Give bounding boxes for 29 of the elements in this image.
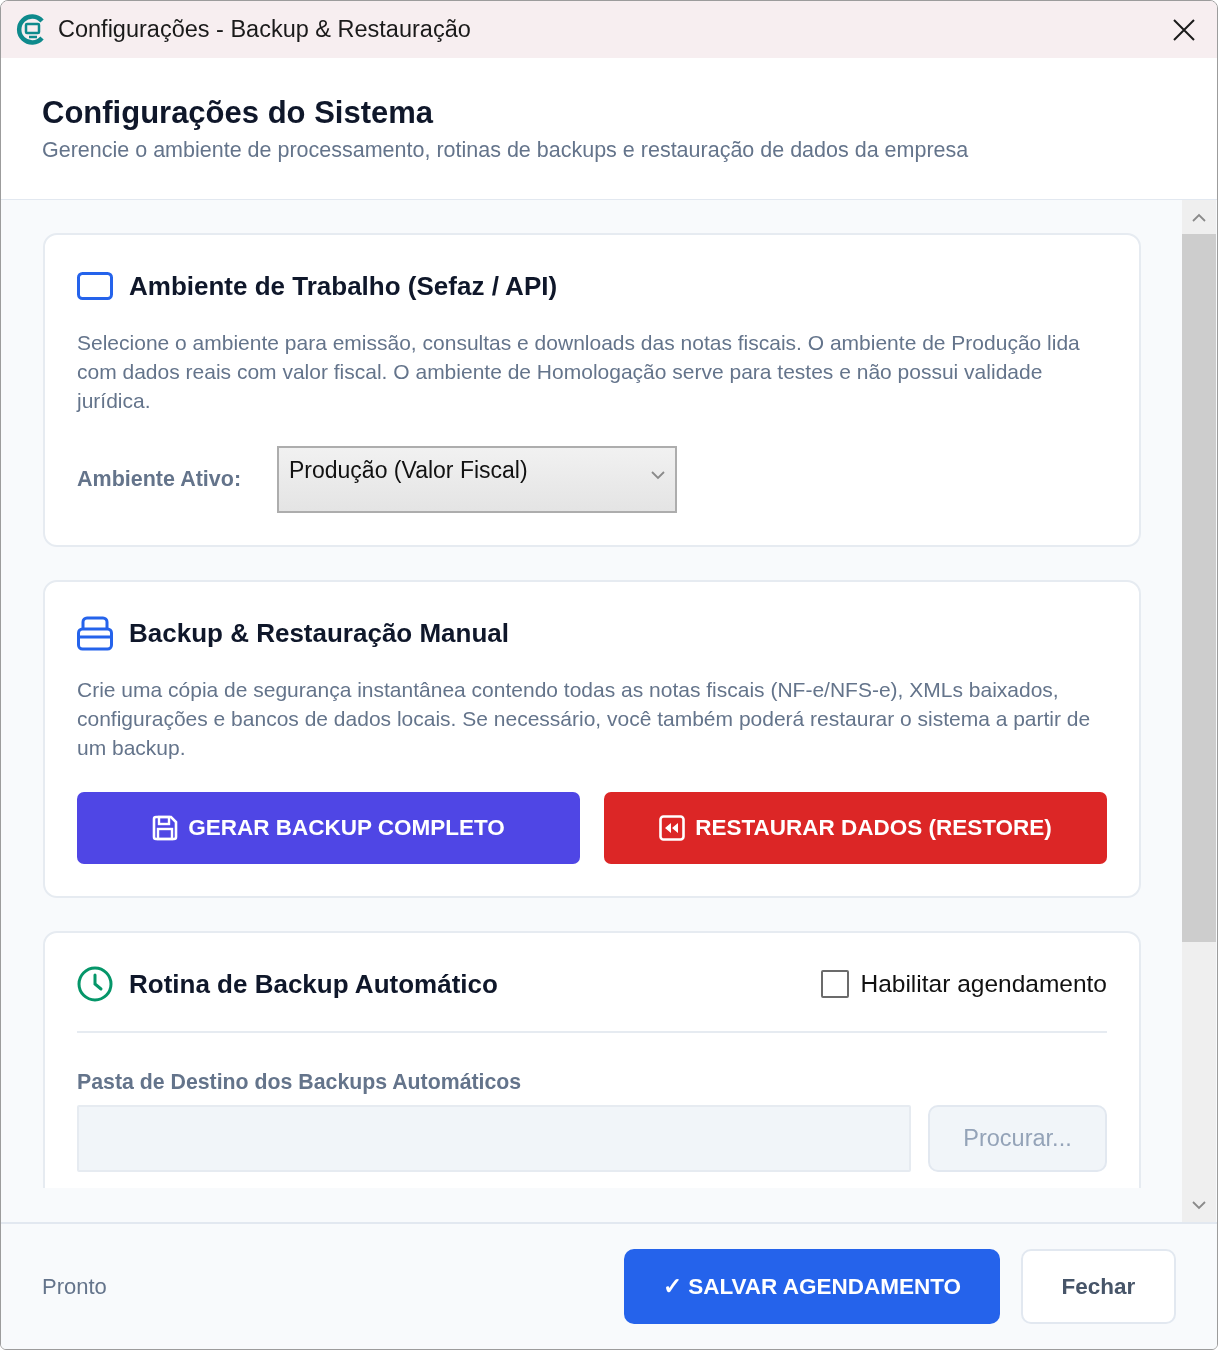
scrollbar-track[interactable] <box>1182 200 1216 1222</box>
status-text: Pronto <box>42 1273 108 1300</box>
page-subtitle: Gerencie o ambiente de processamento, rotinas de backups e restauração de dados da empresa <box>42 137 970 164</box>
section-description: Selecione o ambiente para emissão, consultas e downloads das notas fiscais. O ambiente de Produção lida com dados reais com valor fiscal. O ambiente de Homologação serve para testes e não possui validade jurídica. <box>77 330 1081 414</box>
window-title: Configurações - Backup & Restauração <box>58 16 472 43</box>
environment-select[interactable]: Produção (Valor Fiscal) <box>277 446 677 513</box>
scroll-up-icon <box>1192 212 1206 222</box>
scrollbar-thumb[interactable] <box>1182 234 1216 942</box>
section-title: Backup & Restauração Manual <box>129 617 510 649</box>
checkbox[interactable] <box>821 970 850 998</box>
section-title: Rotina de Backup Automático <box>129 968 499 1000</box>
restore-button[interactable]: RESTAURAR DADOS (RESTORE) <box>604 792 1107 864</box>
archive-icon <box>77 615 113 651</box>
chevron-down-icon <box>651 471 665 480</box>
save-schedule-button[interactable]: ✓ SALVAR AGENDAMENTO <box>624 1249 1000 1324</box>
field-label: Ambiente Ativo: <box>77 467 243 492</box>
square-outline-icon <box>77 272 113 300</box>
backup-button[interactable]: GERAR BACKUP COMPLETO <box>77 792 580 864</box>
clock-icon <box>77 966 113 1002</box>
page-title: Configurações do Sistema <box>42 94 435 132</box>
field-label: Pasta de Destino dos Backups Automáticos <box>77 1070 523 1094</box>
scroll-down-icon <box>1192 1200 1206 1210</box>
close-icon[interactable] <box>1173 18 1195 41</box>
close-button[interactable]: Fechar <box>1021 1249 1176 1324</box>
checkbox-label[interactable]: Habilitar agendamento <box>860 970 1107 998</box>
section-description: Crie uma cópia de segurança instantânea contendo todas as notas fiscais (NF-e/NFS-e), XMLs baixados, configurações e bancos de dados locais. Se necessário, você também poderá restaurar o sistema a partir de um backup. <box>77 677 1092 761</box>
rewind-icon <box>659 815 686 841</box>
section-title: Ambiente de Trabalho (Sefaz / API) <box>129 270 559 302</box>
app-logo-icon <box>16 14 47 45</box>
